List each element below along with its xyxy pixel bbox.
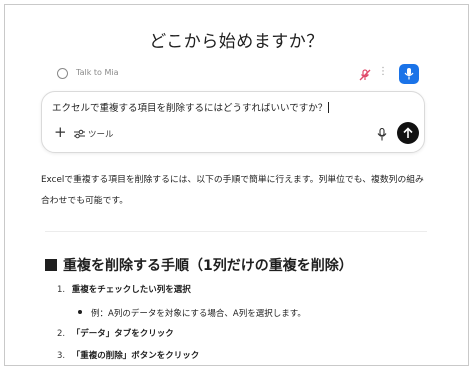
text-caret <box>328 102 330 113</box>
add-button[interactable]: + <box>54 125 67 140</box>
step-number: 1. <box>57 285 66 295</box>
section-title-text: 重複を削除する手順（1列だけの重複を削除） <box>63 258 353 274</box>
step-text: 重複をチェックしたい列を選択 <box>71 285 191 295</box>
tools-label: ツール <box>88 130 114 140</box>
query-input[interactable]: エクセルで重複する項目を削除するにはどうすればいいですか？ <box>52 100 330 114</box>
radio-icon[interactable] <box>57 68 68 79</box>
step-number: 3. <box>57 351 66 361</box>
composer[interactable]: エクセルで重複する項目を削除するにはどうすればいいですか？ + ツール <box>41 91 425 153</box>
step-text: 「データ」タブをクリック <box>71 329 174 339</box>
list-item: 1. 重複をチェックしたい列を選択 <box>57 283 191 295</box>
sliders-icon <box>74 129 85 139</box>
arrow-up-icon <box>403 127 413 138</box>
bullet-dot <box>78 310 82 314</box>
list-item: 3. 「重複の削除」ボタンをクリック <box>57 349 199 361</box>
send-button[interactable] <box>397 122 419 144</box>
list-item: 2. 「データ」タブをクリック <box>57 327 174 339</box>
voice-button[interactable] <box>399 64 419 84</box>
sub-bullet: 例：A列のデータを対象にする場合、A列を選択します。 <box>75 307 306 319</box>
step-number: 2. <box>57 329 66 339</box>
step-text: 「重複の削除」ボタンをクリック <box>71 351 200 361</box>
microphone-icon <box>377 127 387 141</box>
section-title: 重複を削除する手順（1列だけの重複を削除） <box>45 255 353 275</box>
square-bullet-icon <box>45 259 57 271</box>
answer-intro: Excelで重複する項目を削除するには、以下の手順で簡単に行えます。列単位でも、… <box>41 175 424 206</box>
mic-button[interactable] <box>377 126 387 145</box>
page-heading: どこから始めますか？ <box>149 32 324 52</box>
sub-bullet-text: 例：A列のデータを対象にする場合、A列を選択します。 <box>91 309 306 319</box>
divider <box>45 231 427 232</box>
microphone-icon <box>404 68 414 80</box>
mic-off-icon[interactable] <box>358 67 372 81</box>
chat-window: どこから始めますか？ Talk to Mia ⋮ エクセルで重複する項目を削除す… <box>4 4 469 366</box>
more-menu-icon[interactable]: ⋮ <box>378 66 388 77</box>
query-text: エクセルで重複する項目を削除するにはどうすればいいですか？ <box>52 103 328 114</box>
assistant-label: Talk to Mia <box>76 68 119 77</box>
assistant-bar[interactable]: Talk to Mia ⋮ <box>49 63 421 87</box>
